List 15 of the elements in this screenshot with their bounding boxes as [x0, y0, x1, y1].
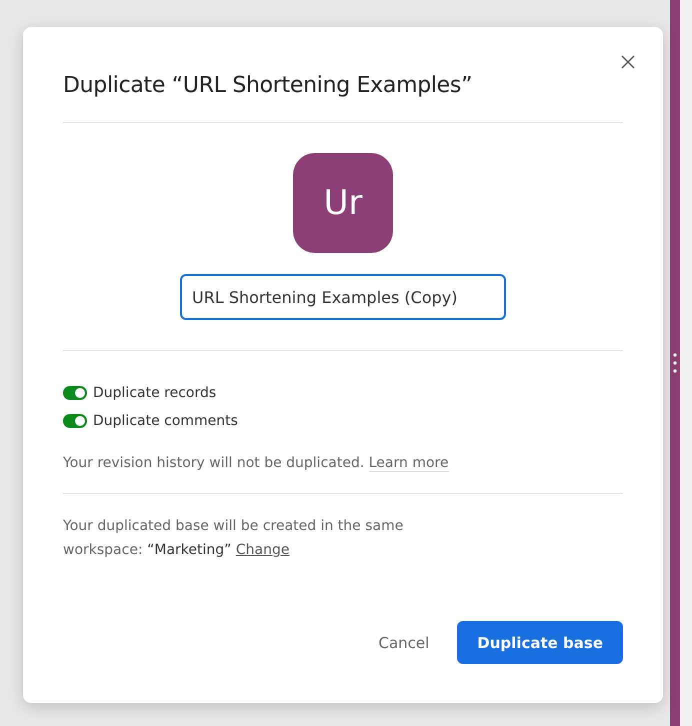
close-icon — [621, 55, 635, 69]
base-avatar: Ur — [293, 153, 393, 253]
name-field[interactable]: URL Shortening Examples (Copy) — [180, 274, 506, 320]
workspace-note: Your duplicated base will be created in the same workspace: “Marketing” Change — [63, 517, 404, 560]
duplicate-base-button[interactable]: Duplicate base — [457, 621, 623, 664]
dialog-title: Duplicate “URL Shortening Examples” — [63, 27, 623, 123]
change-link[interactable]: Change — [236, 542, 290, 558]
toggle-switch[interactable] — [63, 414, 87, 428]
learn-more-link[interactable]: Learn more — [368, 455, 449, 472]
toggle-switch[interactable] — [63, 386, 87, 400]
cancel-button[interactable]: Cancel — [370, 626, 438, 660]
toggle-label: Duplicate records — [93, 385, 216, 401]
toggle-label: Duplicate comments — [93, 413, 238, 429]
drag-handle-icon[interactable] — [673, 352, 677, 374]
revision-note: Your revision history will not be duplicated. Learn more — [63, 429, 623, 494]
